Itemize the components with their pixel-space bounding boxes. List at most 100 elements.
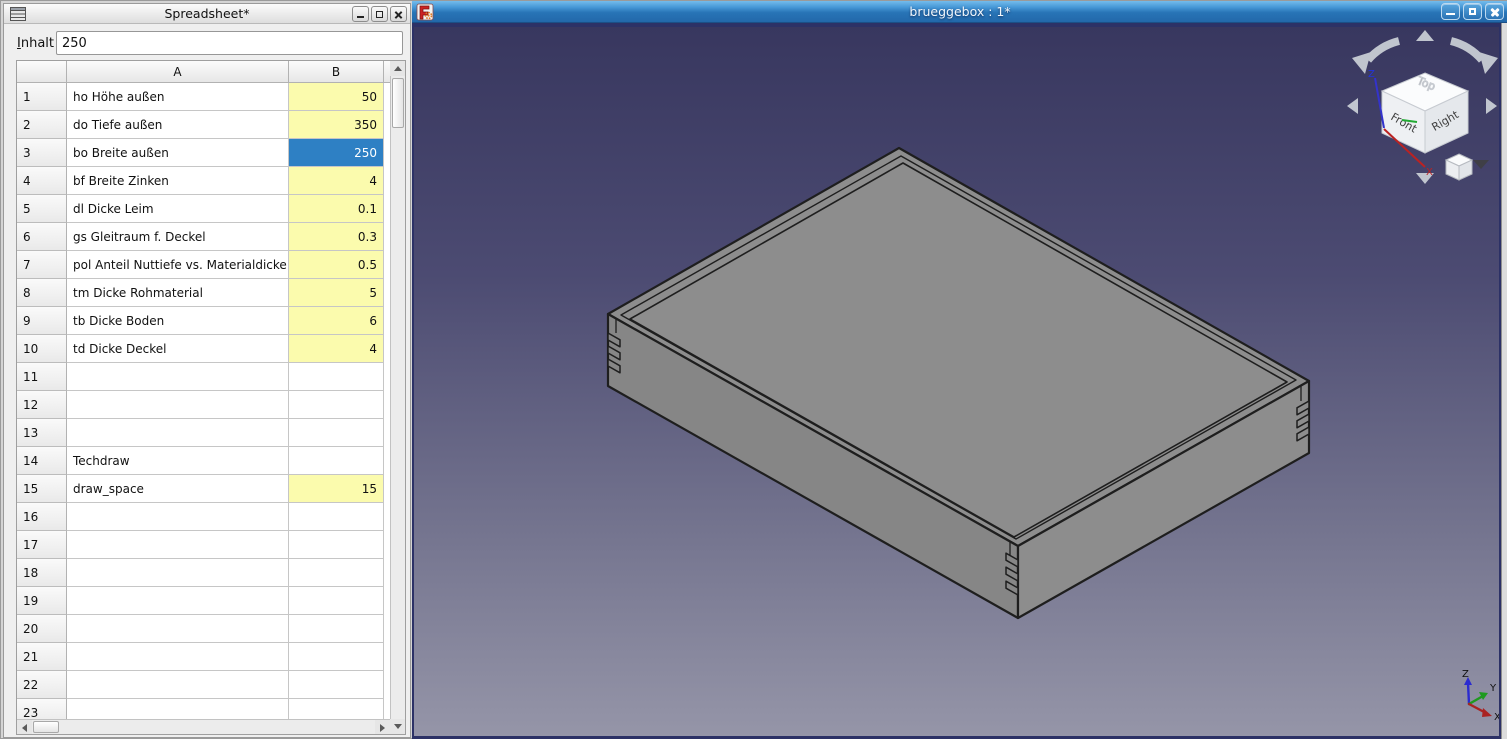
cell-column-b[interactable]: 0.1: [289, 195, 384, 223]
cell-column-b[interactable]: [289, 671, 384, 699]
nav-right-arrow[interactable]: [1486, 98, 1497, 114]
content-label: Inhalt: [17, 36, 54, 51]
cell-column-a[interactable]: draw_space: [67, 475, 289, 503]
cell-column-a[interactable]: [67, 363, 289, 391]
cell-column-b[interactable]: [289, 419, 384, 447]
cell-column-a[interactable]: [67, 391, 289, 419]
cell-column-a[interactable]: td Dicke Deckel: [67, 335, 289, 363]
cell-column-a[interactable]: [67, 643, 289, 671]
cell-column-a[interactable]: dl Dicke Leim: [67, 195, 289, 223]
cell-column-a[interactable]: [67, 503, 289, 531]
cell-column-b[interactable]: [289, 531, 384, 559]
row-number-cell[interactable]: 6: [17, 223, 67, 251]
box-model[interactable]: [608, 148, 1309, 618]
nav-left-arrow[interactable]: [1347, 98, 1358, 114]
cell-column-a[interactable]: [67, 419, 289, 447]
cell-content-input[interactable]: [56, 31, 403, 55]
spreadsheet-close-button[interactable]: [390, 6, 407, 22]
row-number-cell[interactable]: 16: [17, 503, 67, 531]
cell-column-b[interactable]: [289, 391, 384, 419]
row-number-cell[interactable]: 2: [17, 111, 67, 139]
cell-column-a[interactable]: Techdraw: [67, 447, 289, 475]
cell-column-b[interactable]: 250: [289, 139, 384, 167]
cell-column-a[interactable]: tm Dicke Rohmaterial: [67, 279, 289, 307]
cell-column-b[interactable]: 15: [289, 475, 384, 503]
cell-column-b[interactable]: 50: [289, 83, 384, 111]
table-row: 4 bf Breite Zinken 4: [17, 167, 391, 195]
navigation-cube[interactable]: Top Front Right: [1382, 73, 1468, 153]
cell-column-a[interactable]: [67, 671, 289, 699]
corner-header-cell[interactable]: [17, 61, 67, 83]
nav-up-arrow[interactable]: [1416, 30, 1434, 41]
cell-column-b[interactable]: [289, 587, 384, 615]
row-number-cell[interactable]: 5: [17, 195, 67, 223]
row-number-cell[interactable]: 9: [17, 307, 67, 335]
cell-column-a[interactable]: [67, 559, 289, 587]
row-number-cell[interactable]: 12: [17, 391, 67, 419]
row-number-cell[interactable]: 21: [17, 643, 67, 671]
scroll-down-button[interactable]: [390, 719, 405, 734]
cell-column-a[interactable]: [67, 615, 289, 643]
cell-column-a[interactable]: bf Breite Zinken: [67, 167, 289, 195]
row-number-cell[interactable]: 8: [17, 279, 67, 307]
cell-column-b[interactable]: 4: [289, 167, 384, 195]
cell-column-b[interactable]: [289, 503, 384, 531]
spreadsheet-maximize-button[interactable]: [371, 6, 388, 22]
cell-column-a[interactable]: tb Dicke Boden: [67, 307, 289, 335]
view-minimize-button[interactable]: [1441, 3, 1460, 20]
row-number-cell[interactable]: 18: [17, 559, 67, 587]
row-number-cell[interactable]: 19: [17, 587, 67, 615]
view-close-button[interactable]: [1485, 3, 1504, 20]
vertical-scrollbar[interactable]: [390, 61, 405, 734]
nav-menu-dropdown[interactable]: [1473, 160, 1489, 169]
cell-column-b[interactable]: [289, 643, 384, 671]
vertical-scroll-thumb[interactable]: [392, 78, 404, 128]
horizontal-scroll-thumb[interactable]: [33, 721, 59, 733]
3d-view-titlebar[interactable]: brueggebox : 1*: [412, 1, 1507, 23]
cell-column-a[interactable]: ho Höhe außen: [67, 83, 289, 111]
cell-column-a[interactable]: bo Breite außen: [67, 139, 289, 167]
row-number-cell[interactable]: 15: [17, 475, 67, 503]
row-number-cell[interactable]: 1: [17, 83, 67, 111]
origin-z-label: Z: [1462, 669, 1469, 680]
cell-column-b[interactable]: [289, 447, 384, 475]
cell-column-b[interactable]: [289, 363, 384, 391]
cell-column-b[interactable]: 0.5: [289, 251, 384, 279]
nav-mini-cube[interactable]: [1446, 154, 1472, 180]
cell-column-a[interactable]: [67, 587, 289, 615]
horizontal-scrollbar[interactable]: [17, 719, 390, 734]
cell-column-b[interactable]: 6: [289, 307, 384, 335]
row-number-cell[interactable]: 3: [17, 139, 67, 167]
cell-column-a[interactable]: do Tiefe außen: [67, 111, 289, 139]
cell-column-b[interactable]: 350: [289, 111, 384, 139]
view-maximize-button[interactable]: [1463, 3, 1482, 20]
rotate-right-arrow[interactable]: [1451, 41, 1498, 74]
row-number-cell[interactable]: 13: [17, 419, 67, 447]
scroll-left-button[interactable]: [17, 720, 32, 735]
scroll-right-button[interactable]: [375, 720, 390, 735]
3d-viewport[interactable]: Top Front Right Z X: [414, 27, 1499, 736]
cell-column-b[interactable]: 0.3: [289, 223, 384, 251]
row-number-cell[interactable]: 20: [17, 615, 67, 643]
row-number-cell[interactable]: 11: [17, 363, 67, 391]
cell-column-b[interactable]: [289, 559, 384, 587]
row-number-cell[interactable]: 14: [17, 447, 67, 475]
cell-column-a[interactable]: gs Gleitraum f. Deckel: [67, 223, 289, 251]
column-header-b[interactable]: B: [289, 61, 384, 83]
row-number-cell[interactable]: 7: [17, 251, 67, 279]
spreadsheet-minimize-button[interactable]: [352, 6, 369, 22]
cell-column-b[interactable]: 4: [289, 335, 384, 363]
scroll-up-button[interactable]: [390, 61, 405, 76]
row-number-cell[interactable]: 4: [17, 167, 67, 195]
table-row: 13: [17, 419, 391, 447]
rotate-left-arrow[interactable]: [1352, 41, 1399, 74]
cell-column-a[interactable]: [67, 531, 289, 559]
cell-column-b[interactable]: 5: [289, 279, 384, 307]
row-number-cell[interactable]: 22: [17, 671, 67, 699]
cell-column-b[interactable]: [289, 615, 384, 643]
cell-column-a[interactable]: pol Anteil Nuttiefe vs. Materialdicke: [67, 251, 289, 279]
row-number-cell[interactable]: 10: [17, 335, 67, 363]
spreadsheet-titlebar[interactable]: Spreadsheet*: [4, 4, 410, 24]
row-number-cell[interactable]: 17: [17, 531, 67, 559]
column-header-a[interactable]: A: [67, 61, 289, 83]
